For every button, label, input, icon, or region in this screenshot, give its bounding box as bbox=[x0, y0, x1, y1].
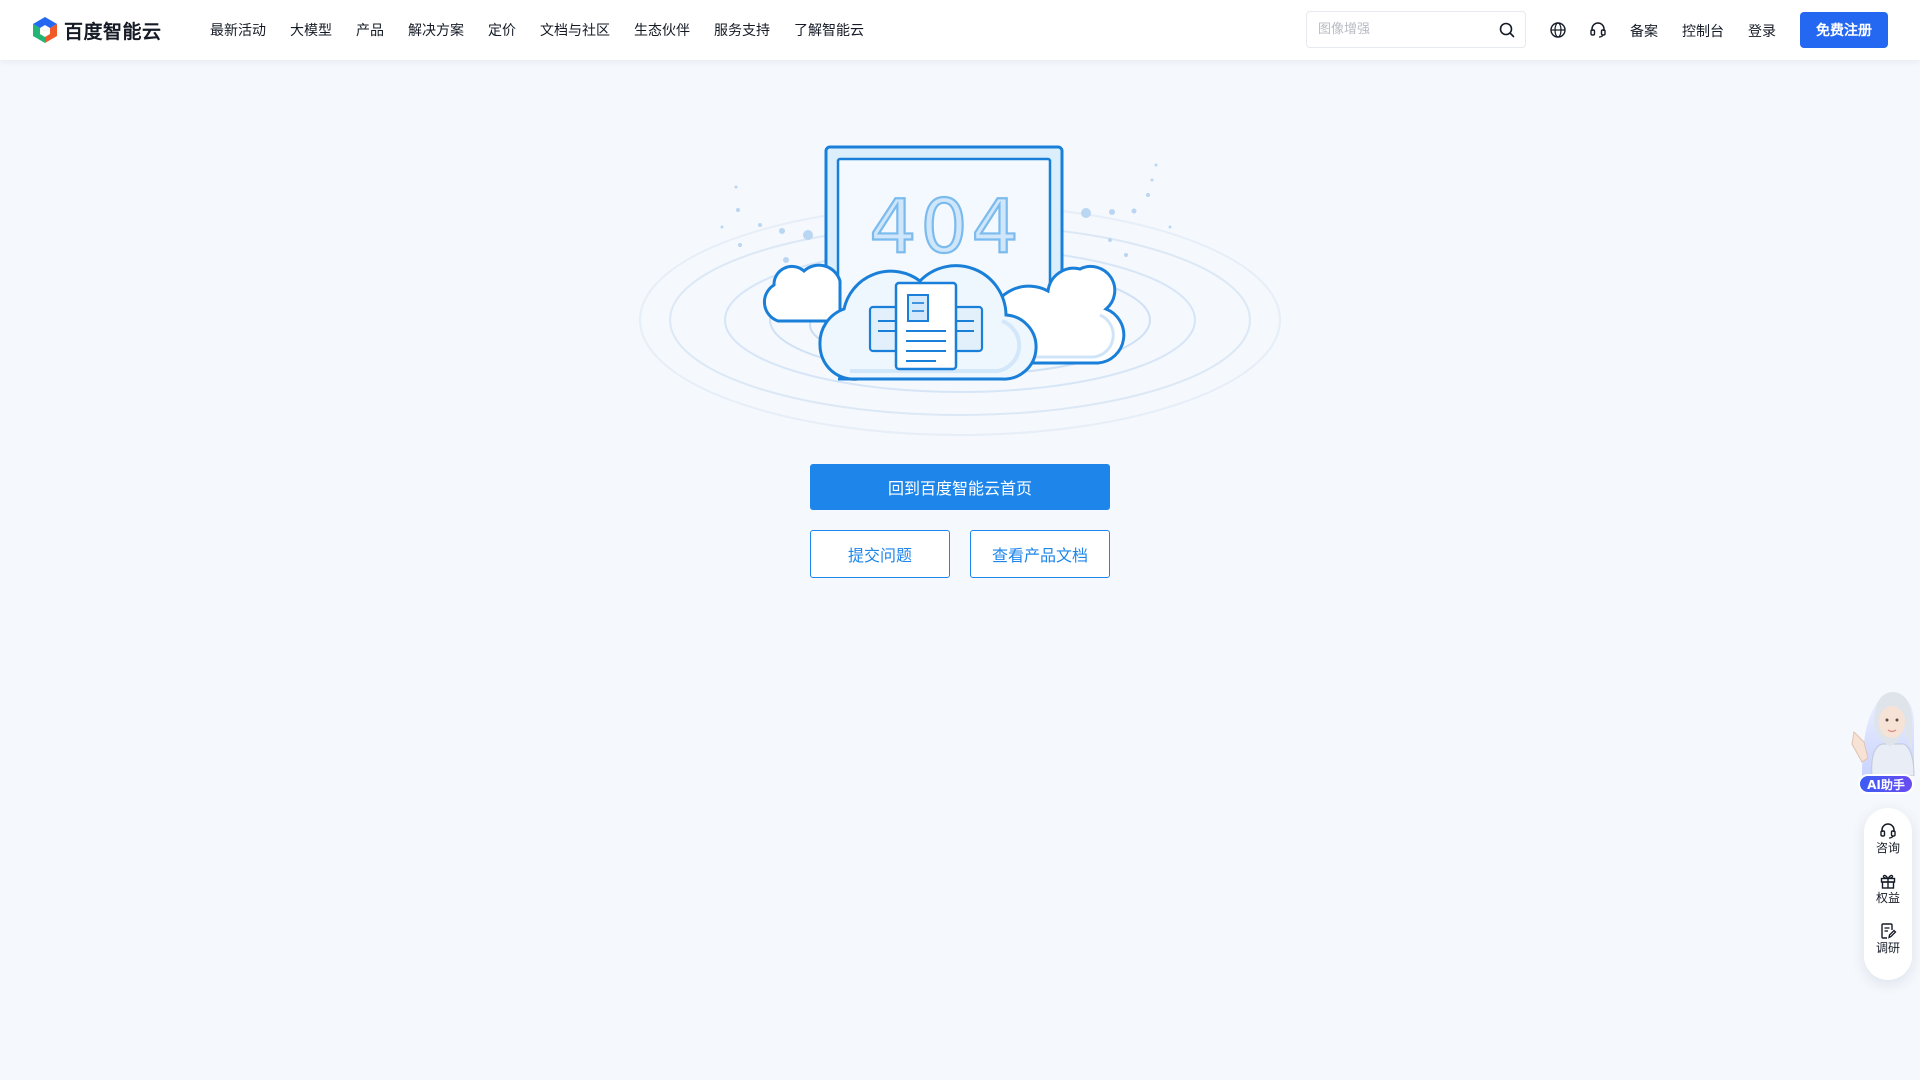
side-item-label: 调研 bbox=[1875, 941, 1900, 955]
ai-assistant-widget[interactable]: AI助手 bbox=[1846, 684, 1916, 796]
nav-item-latest-events[interactable]: 最新活动 bbox=[210, 20, 266, 40]
headset-icon bbox=[1880, 823, 1896, 839]
headset-icon[interactable] bbox=[1589, 21, 1607, 39]
top-header: 百度智能云 最新活动 大模型 产品 解决方案 定价 文档与社区 生态伙伴 服务支… bbox=[0, 0, 1920, 60]
floating-side-panel: 咨询 权益 调研 bbox=[1864, 808, 1912, 980]
nav-item-products[interactable]: 产品 bbox=[356, 20, 384, 40]
error-illustration: 404 bbox=[639, 145, 1281, 436]
nav-item-about[interactable]: 了解智能云 bbox=[794, 20, 864, 40]
side-item-benefits[interactable]: 权益 bbox=[1864, 872, 1912, 916]
nav-item-partners[interactable]: 生态伙伴 bbox=[634, 20, 690, 40]
nav-item-docs-community[interactable]: 文档与社区 bbox=[540, 20, 610, 40]
small-cloud bbox=[762, 263, 842, 323]
side-item-consult[interactable]: 咨询 bbox=[1864, 822, 1912, 866]
brand-cube-icon bbox=[33, 17, 57, 43]
side-item-label: 咨询 bbox=[1875, 841, 1900, 855]
side-item-label: 权益 bbox=[1875, 891, 1900, 905]
brand-name: 百度智能云 bbox=[64, 20, 162, 43]
search-icon[interactable] bbox=[1498, 21, 1516, 39]
nav-item-support[interactable]: 服务支持 bbox=[714, 20, 770, 40]
ai-avatar bbox=[1851, 692, 1915, 777]
filing-link[interactable]: 备案 bbox=[1630, 21, 1658, 41]
console-link[interactable]: 控制台 bbox=[1682, 21, 1724, 41]
main-nav: 最新活动 大模型 产品 解决方案 定价 文档与社区 生态伙伴 服务支持 了解智能… bbox=[210, 0, 888, 60]
nav-item-large-models[interactable]: 大模型 bbox=[290, 20, 332, 40]
search-input[interactable] bbox=[1307, 12, 1487, 47]
globe-icon[interactable] bbox=[1549, 21, 1567, 39]
signup-button[interactable]: 免费注册 bbox=[1800, 12, 1888, 48]
nav-item-pricing[interactable]: 定价 bbox=[488, 20, 516, 40]
brand-logo[interactable]: 百度智能云 bbox=[32, 16, 162, 44]
view-docs-button[interactable]: 查看产品文档 bbox=[970, 530, 1110, 578]
error-code: 404 bbox=[869, 184, 1022, 270]
nav-item-solutions[interactable]: 解决方案 bbox=[408, 20, 464, 40]
gift-icon bbox=[1880, 874, 1896, 889]
side-item-survey[interactable]: 调研 bbox=[1864, 922, 1912, 966]
survey-icon bbox=[1881, 923, 1897, 939]
login-link[interactable]: 登录 bbox=[1748, 21, 1776, 41]
back-home-button[interactable]: 回到百度智能云首页 bbox=[810, 464, 1110, 510]
search-box bbox=[1306, 11, 1526, 48]
ai-assistant-label: AI助手 bbox=[1858, 774, 1914, 794]
submit-issue-button[interactable]: 提交问题 bbox=[810, 530, 950, 578]
